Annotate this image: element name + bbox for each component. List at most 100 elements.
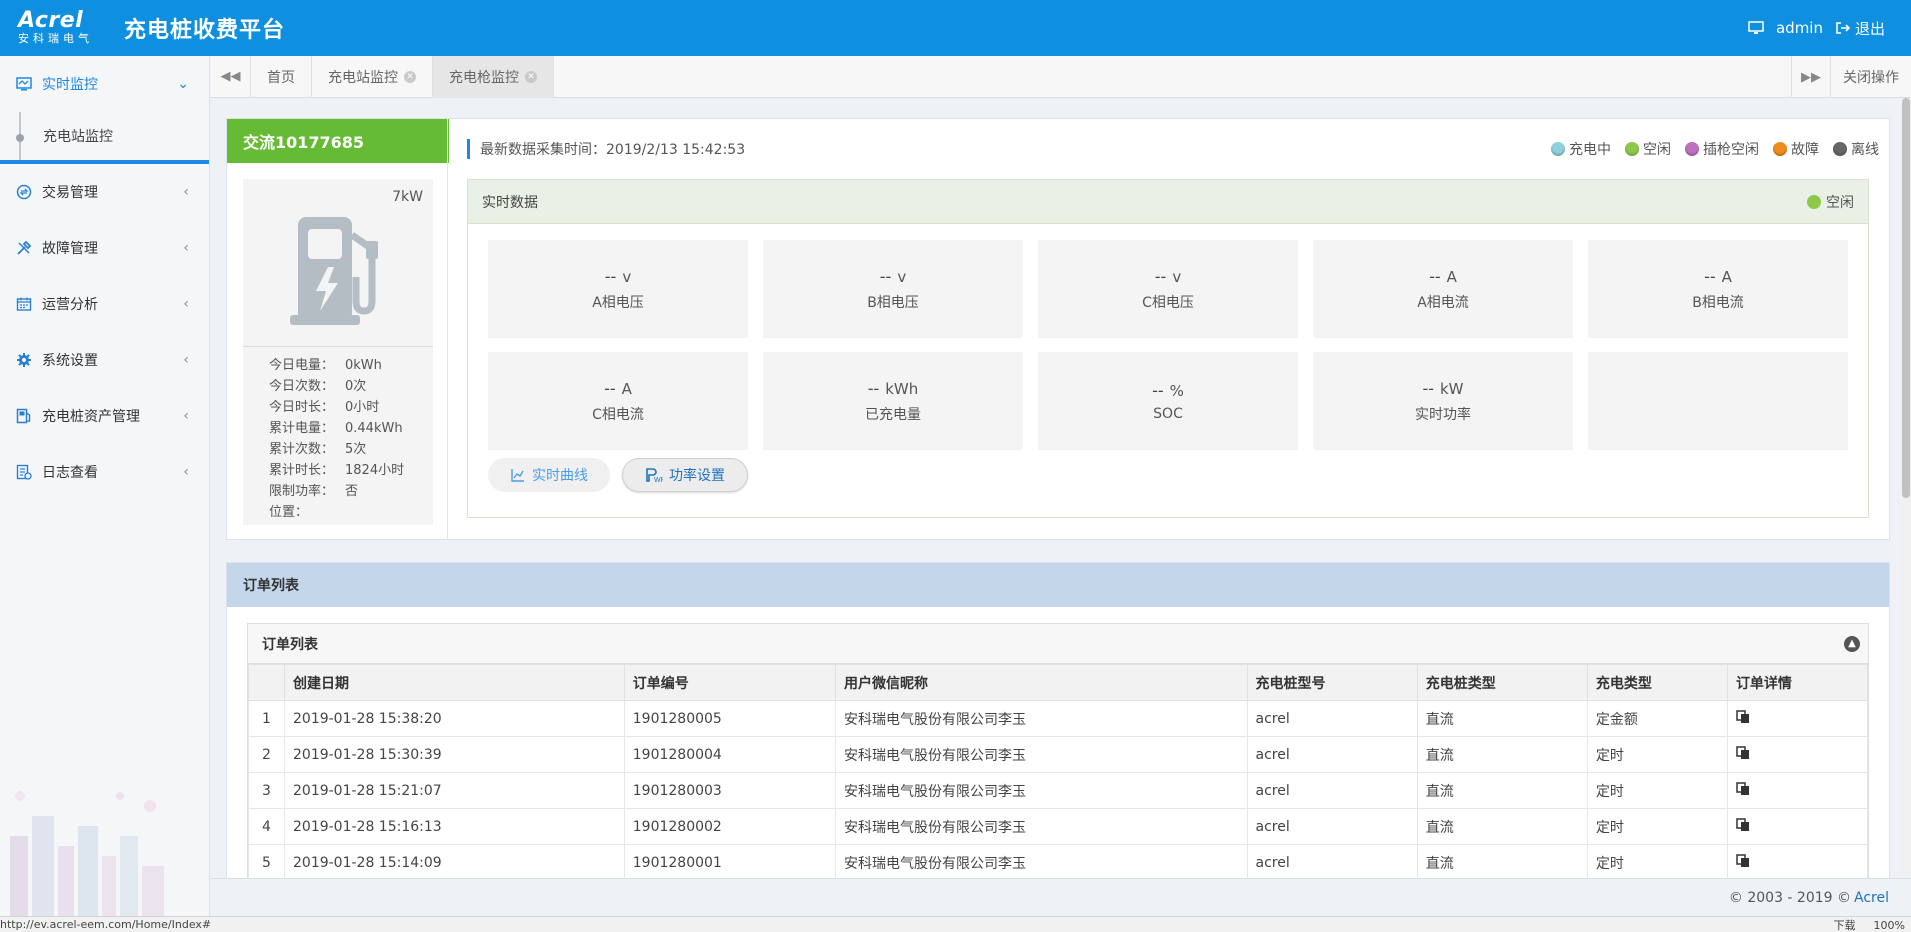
cell-order-no: 1901280001 [623,844,837,881]
table-row[interactable]: 4 2019-01-28 15:16:13 1901280002 安科瑞电气股份… [248,808,1869,845]
logout-button[interactable]: 退出 [1835,18,1885,39]
sidebar-item-fault[interactable]: 故障管理 ‹ [0,220,209,276]
download-label[interactable]: 下载 [1834,917,1856,932]
collapse-icon[interactable]: ▲ [1844,636,1860,652]
cell-detail [1726,700,1869,737]
realtime-curve-button[interactable]: 实时曲线 [488,458,610,492]
metric-number: -- [1429,266,1441,286]
exchange-icon [16,184,32,200]
vertical-scrollbar[interactable] [1901,98,1911,878]
table-row[interactable]: 1 2019-01-28 15:38:20 1901280005 安科瑞电气股份… [248,700,1869,737]
metric-label: A相电流 [1417,294,1469,311]
column-header[interactable]: 充电桩型号 [1246,664,1418,701]
column-header[interactable]: 订单详情 [1726,664,1869,701]
column-header[interactable]: 充电桩类型 [1416,664,1588,701]
sidebar-subitem-station-monitor[interactable]: 充电站监控 [0,112,209,164]
metric-empty [1588,352,1848,450]
pile-power-rating: 7kW [392,189,423,205]
tools-icon [16,240,32,256]
row-index: 3 [248,772,285,809]
sidebar-item-trade[interactable]: 交易管理 ‹ [0,164,209,220]
metric-label: A相电压 [592,294,644,311]
close-icon[interactable]: ✕ [404,70,416,83]
sidebar-item-analysis[interactable]: 运营分析 ‹ [0,276,209,332]
calendar-icon [16,296,32,312]
close-icon[interactable]: ✕ [525,70,537,83]
cell-user: 安科瑞电气股份有限公司李玉 [835,808,1248,845]
sidebar-item-logs[interactable]: 日志查看 ‹ [0,444,209,500]
stat-row: 累计电量： 0.44kWh [269,418,404,439]
tabs-scroll-left-button[interactable]: ◀◀ [211,55,251,98]
charger-panel: 交流10177685 7kW 今日电量： 0kWh 今日次数： 0次 今日时长： 0小… [226,118,1890,540]
brand-logo[interactable]: Acrel 安科瑞电气 [0,10,110,46]
pile-name: 交流10177685 [227,119,449,163]
metric-c-voltage: -- v C相电压 [1038,240,1298,338]
copy-icon[interactable] [1736,709,1750,724]
logout-icon [1836,22,1851,34]
pile-stats: 今日电量： 0kWh 今日次数： 0次 今日时长： 0小时 累计电量： 0.44kWh … [269,355,404,523]
realtime-status-label: 空闲 [1826,195,1854,211]
monitor-icon[interactable] [1748,20,1764,36]
scrollbar-thumb[interactable] [1902,98,1910,498]
column-header[interactable]: 充电类型 [1586,664,1728,701]
cell-order-no: 1901280005 [623,700,837,737]
copy-icon[interactable] [1736,817,1750,832]
table-row[interactable]: 5 2019-01-28 15:14:09 1901280001 安科瑞电气股份… [248,844,1869,881]
stat-key: 位置： [269,505,309,520]
column-header[interactable]: 用户微信昵称 [835,664,1248,701]
tabs-scroll-right-button[interactable]: ▶▶ [1791,56,1831,98]
legend-idle: 空闲 [1625,139,1671,159]
metric-value: -- v [605,267,631,286]
column-header[interactable]: 订单编号 [623,664,837,701]
orders-section: 订单列表 订单列表 ▲ 创建日期 订单编号 用户微信昵称 充电桩型号 充电桩类型… [226,562,1890,882]
legend-label: 空闲 [1643,142,1671,158]
cell-date: 2019-01-28 15:16:13 [284,808,625,845]
sidebar-item-realtime-monitor[interactable]: 实时监控 ⌄ [0,56,209,112]
double-chevron-right-icon: ▶▶ [1801,69,1821,85]
stat-row: 限制功率： 否 [269,481,404,502]
stat-value: 否 [345,484,359,499]
orders-table: 创建日期 订单编号 用户微信昵称 充电桩型号 充电桩类型 充电类型 订单详情 1… [248,664,1869,881]
stat-value: 5次 [345,442,367,457]
line-chart-icon [511,469,524,482]
stat-key: 今日电量： [269,358,335,373]
legend-plugged-idle: 插枪空闲 [1685,139,1759,159]
table-row[interactable]: 3 2019-01-28 15:21:07 1901280003 安科瑞电气股份… [248,772,1869,809]
close-operations-button[interactable]: 关闭操作 [1831,67,1911,87]
table-row[interactable]: 2 2019-01-28 15:30:39 1901280004 安科瑞电气股份… [248,736,1869,773]
copy-icon[interactable] [1736,853,1750,868]
tab-home[interactable]: 首页 [251,55,312,98]
cell-detail [1726,808,1869,845]
stat-value: 0kWh [345,358,382,373]
zoom-level[interactable]: 100% [1874,919,1905,932]
realtime-status: 空闲 [1807,180,1854,224]
timeline-dot [16,112,24,160]
status-dot-icon [1625,142,1639,156]
tab-gun-monitor[interactable]: 充电枪监控 ✕ [433,55,554,98]
metric-a-voltage: -- v A相电压 [488,240,748,338]
chevron-left-icon: ‹ [183,464,189,480]
power-settings-button[interactable]: WR 功率设置 [622,458,748,492]
metric-label: C相电压 [1142,294,1194,311]
metric-number: -- [1152,380,1164,400]
copy-icon[interactable] [1736,745,1750,760]
metric-c-current: -- A C相电流 [488,352,748,450]
divider [243,346,433,347]
stat-key: 累计时长： [269,463,335,478]
stat-row: 今日电量： 0kWh [269,355,404,376]
column-header-index [248,664,285,701]
logo-word: Acrel [18,8,84,33]
copy-icon[interactable] [1736,781,1750,796]
column-header[interactable]: 创建日期 [284,664,625,701]
brand-link[interactable]: Acrel [1854,890,1889,906]
tab-station-monitor[interactable]: 充电站监控 ✕ [312,55,433,98]
header-user-area: admin 退出 [1748,0,1885,56]
sidebar-item-settings[interactable]: 系统设置 ‹ [0,332,209,388]
charger-icon [16,408,32,424]
city-skyline-decoration [10,791,164,916]
stat-key: 累计次数： [269,442,335,457]
sidebar-item-label: 运营分析 [42,297,98,313]
cell-model: acrel [1246,844,1418,881]
user-name[interactable]: admin [1776,19,1823,37]
sidebar-item-assets[interactable]: 充电桩资产管理 ‹ [0,388,209,444]
